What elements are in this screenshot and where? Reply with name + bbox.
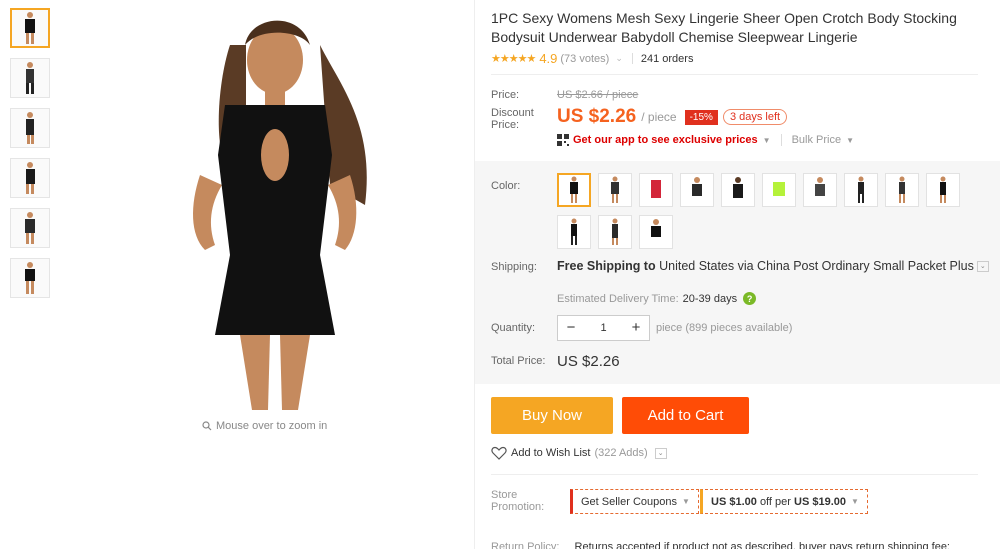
discount-label-line1: Discount bbox=[491, 107, 534, 119]
separator bbox=[631, 53, 633, 64]
color-label: Color: bbox=[491, 180, 521, 192]
quantity-label: Quantity: bbox=[491, 322, 536, 334]
shipping-info: Free Shipping to United States via China… bbox=[557, 259, 997, 274]
discount-price: US $2.26 bbox=[557, 106, 637, 127]
help-icon[interactable]: ? bbox=[743, 292, 757, 305]
product-title: 1PC Sexy Womens Mesh Sexy Lingerie Sheer… bbox=[491, 10, 957, 45]
promotion-label-line2: Promotion: bbox=[491, 501, 545, 513]
store-promotion-label: Store Promotion: bbox=[491, 489, 544, 513]
total-label: Total Price: bbox=[491, 355, 546, 367]
return-policy-text: Returns accepted if product not as descr… bbox=[574, 541, 950, 549]
promotion-label-line1: Store bbox=[491, 489, 518, 501]
color-swatch[interactable] bbox=[680, 173, 714, 207]
app-promo-link[interactable]: Get our app to see exclusive prices bbox=[573, 134, 758, 146]
discount-badge: -15% bbox=[684, 109, 718, 125]
product-main-image[interactable] bbox=[160, 5, 390, 415]
color-swatches bbox=[557, 173, 977, 249]
star-rating-icon: ★★★★★ bbox=[491, 53, 536, 65]
shipping-method-link[interactable]: United States via China Post Ordinary Sm… bbox=[659, 259, 974, 273]
chevron-down-icon[interactable]: ⌄ bbox=[976, 261, 989, 273]
color-swatch[interactable] bbox=[803, 173, 837, 207]
color-swatch[interactable] bbox=[639, 173, 673, 207]
wishlist-count: (322 Adds) bbox=[594, 447, 648, 459]
return-policy: Return Policy: Returns accepted if produ… bbox=[491, 541, 950, 549]
thumbnail-3[interactable] bbox=[10, 108, 50, 148]
thumbnail-5[interactable] bbox=[10, 208, 50, 248]
divider bbox=[491, 474, 978, 475]
thumbnail-list bbox=[10, 8, 54, 308]
color-swatch[interactable] bbox=[885, 173, 919, 207]
price-row: US $2.26 / piece -15% 3 days left bbox=[557, 106, 788, 128]
availability-text: piece (899 pieces available) bbox=[656, 322, 793, 334]
sku-panel: Color: Shipping: Free Shipping to United… bbox=[475, 161, 1000, 384]
discount-minimum: US $19.00 bbox=[794, 495, 846, 508]
seller-coupons-dropdown[interactable]: Get Seller Coupons ▼ bbox=[570, 489, 699, 514]
qr-code-icon bbox=[557, 134, 569, 146]
seller-coupons-label: Get Seller Coupons bbox=[581, 495, 677, 508]
thumbnail-1[interactable] bbox=[10, 8, 50, 48]
chevron-down-icon[interactable]: ⌄ bbox=[654, 447, 667, 459]
color-swatch[interactable] bbox=[598, 215, 632, 249]
color-swatch[interactable] bbox=[557, 215, 591, 249]
bulk-price-label: Bulk Price bbox=[791, 134, 842, 146]
divider bbox=[491, 74, 978, 75]
discount-text: off per bbox=[759, 495, 791, 508]
votes-link[interactable]: (73 votes) bbox=[560, 53, 609, 65]
rating-row: ★★★★★ 4.9 (73 votes) ⌄ 241 orders bbox=[491, 51, 693, 66]
wishlist-row[interactable]: Add to Wish List (322 Adds) ⌄ bbox=[491, 446, 667, 460]
thumbnail-6[interactable] bbox=[10, 258, 50, 298]
price-label: Price: bbox=[491, 89, 520, 101]
color-swatch[interactable] bbox=[721, 173, 755, 207]
caret-down-icon: ▼ bbox=[682, 497, 690, 506]
product-detail: 1PC Sexy Womens Mesh Sexy Lingerie Sheer… bbox=[475, 0, 1000, 549]
estimate-label: Estimated Delivery Time: bbox=[557, 292, 679, 305]
total-price: US $2.26 bbox=[557, 353, 620, 370]
app-promo-row: Get our app to see exclusive prices ▼ Bu… bbox=[557, 134, 854, 146]
heart-icon[interactable] bbox=[491, 446, 507, 460]
thumbnail-2[interactable] bbox=[10, 58, 50, 98]
delivery-estimate: Estimated Delivery Time: 20-39 days ? bbox=[557, 292, 757, 305]
shipping-label: Shipping: bbox=[491, 261, 537, 273]
bulk-price-dropdown[interactable]: Bulk Price ▼ bbox=[780, 134, 855, 146]
discount-label-line2: Price: bbox=[491, 119, 520, 131]
caret-down-icon[interactable]: ▼ bbox=[763, 136, 771, 145]
original-price: US $2.66 / piece bbox=[557, 89, 639, 101]
discount-amount: US $1.00 bbox=[711, 495, 757, 508]
rating-score: 4.9 bbox=[539, 51, 558, 66]
discount-price-label: Discount Price: bbox=[491, 107, 534, 131]
add-to-cart-button[interactable]: Add to Cart bbox=[622, 397, 749, 434]
buy-now-button[interactable]: Buy Now bbox=[491, 397, 613, 434]
estimate-value: 20-39 days bbox=[682, 292, 738, 305]
color-swatch[interactable] bbox=[639, 215, 673, 249]
quantity-stepper: − 1 + bbox=[557, 315, 650, 341]
color-swatch[interactable] bbox=[844, 173, 878, 207]
price-unit: / piece bbox=[641, 110, 677, 124]
days-left-badge: 3 days left bbox=[722, 109, 788, 125]
color-swatch[interactable] bbox=[926, 173, 960, 207]
caret-down-icon: ▼ bbox=[846, 136, 855, 145]
chevron-down-icon[interactable]: ⌄ bbox=[615, 53, 623, 64]
wishlist-link[interactable]: Add to Wish List bbox=[511, 447, 590, 459]
caret-down-icon: ▼ bbox=[850, 497, 859, 506]
return-policy-label: Return Policy: bbox=[491, 541, 560, 549]
zoom-hint-text: Mouse over to zoom in bbox=[216, 420, 328, 432]
orders-count: 241 orders bbox=[640, 52, 694, 65]
zoom-hint: Mouse over to zoom in bbox=[202, 420, 327, 432]
color-swatch[interactable] bbox=[557, 173, 591, 207]
free-shipping-text: Free Shipping to bbox=[557, 259, 656, 273]
color-swatch[interactable] bbox=[762, 173, 796, 207]
magnifier-icon bbox=[202, 421, 212, 431]
color-swatch[interactable] bbox=[598, 173, 632, 207]
increase-button[interactable]: + bbox=[623, 316, 649, 340]
decrease-button[interactable]: − bbox=[558, 316, 584, 340]
store-discount-dropdown[interactable]: US $1.00 off per US $19.00 ▼ bbox=[700, 489, 868, 514]
thumbnail-4[interactable] bbox=[10, 158, 50, 198]
quantity-input[interactable]: 1 bbox=[584, 316, 623, 340]
